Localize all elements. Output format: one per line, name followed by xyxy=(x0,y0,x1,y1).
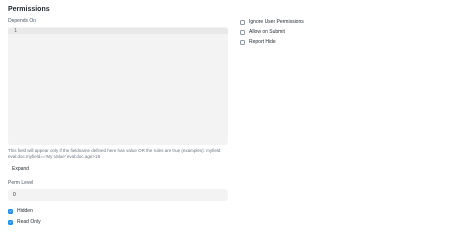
allow-on-submit-row[interactable]: Allow on Submit xyxy=(240,29,285,35)
allow-on-submit-checkbox[interactable] xyxy=(240,29,245,35)
report-hide-row[interactable]: Report Hide xyxy=(240,39,276,45)
depends-on-label: Depends On xyxy=(8,18,37,24)
report-hide-label: Report Hide xyxy=(249,39,276,45)
perm-level-input[interactable]: 0 xyxy=(8,189,228,201)
checkmark-icon xyxy=(9,210,12,212)
hidden-checkbox-row[interactable]: Hidden xyxy=(8,208,33,214)
line-number: 1 xyxy=(14,28,18,34)
expand-button[interactable]: Expand xyxy=(12,166,29,172)
read-only-label: Read Only xyxy=(17,219,41,225)
ignore-user-permissions-label: Ignore User Permissions xyxy=(249,19,304,25)
ignore-user-permissions-row[interactable]: Ignore User Permissions xyxy=(240,19,304,25)
editor-active-line xyxy=(8,28,228,34)
report-hide-checkbox[interactable] xyxy=(240,39,245,45)
allow-on-submit-label: Allow on Submit xyxy=(249,29,285,35)
checkmark-icon xyxy=(9,221,12,223)
hidden-checkbox[interactable] xyxy=(8,208,13,214)
depends-on-help-text: This field will appear only if the field… xyxy=(8,148,221,159)
read-only-checkbox-row[interactable]: Read Only xyxy=(8,219,41,225)
depends-on-code-editor[interactable]: 1 xyxy=(8,27,228,145)
ignore-user-permissions-checkbox[interactable] xyxy=(240,19,245,25)
editor-gutter xyxy=(8,27,22,145)
read-only-checkbox[interactable] xyxy=(8,219,13,225)
perm-level-label: Perm Level xyxy=(8,180,34,186)
section-title: Permissions xyxy=(8,6,50,13)
hidden-label: Hidden xyxy=(17,208,33,214)
